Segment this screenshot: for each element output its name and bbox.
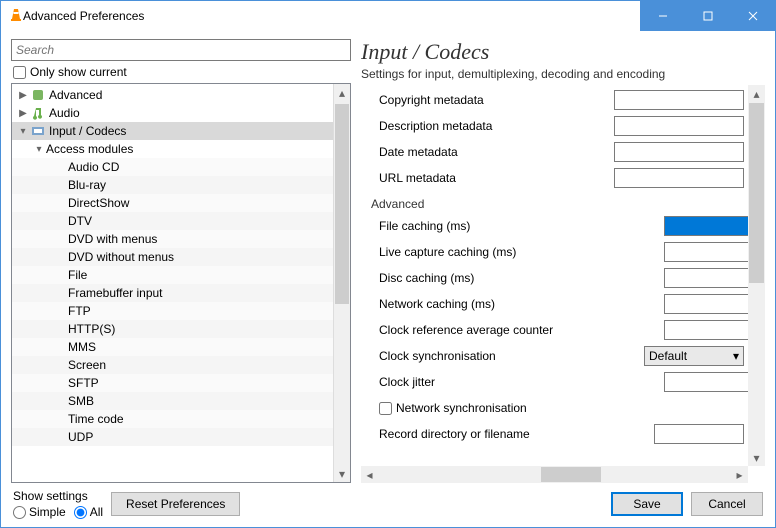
record-dir-label: Record directory or filename	[379, 427, 654, 441]
clock-ref-spinner[interactable]: ▴▾	[664, 320, 744, 340]
cancel-button[interactable]: Cancel	[691, 492, 763, 516]
tree-leaf[interactable]: DVD with menus	[12, 230, 333, 248]
tree-leaf[interactable]: SMB	[12, 392, 333, 410]
url-input[interactable]	[614, 168, 744, 188]
tree-leaf[interactable]: Audio CD	[12, 158, 333, 176]
music-note-icon	[30, 105, 46, 121]
vlc-icon	[9, 8, 23, 25]
tree-leaf[interactable]: UDP	[12, 428, 333, 446]
chevron-down-icon[interactable]: ▾	[32, 144, 46, 155]
tree-leaf[interactable]: File	[12, 266, 333, 284]
tree-leaf[interactable]: Framebuffer input	[12, 284, 333, 302]
scroll-down-icon[interactable]: ▾	[748, 449, 765, 466]
scroll-left-icon[interactable]: ◂	[361, 466, 378, 483]
tree-leaf[interactable]: DVD without menus	[12, 248, 333, 266]
tree-leaf[interactable]: Time code	[12, 410, 333, 428]
copyright-input[interactable]	[614, 90, 744, 110]
scroll-thumb[interactable]	[541, 467, 601, 482]
panel-subtitle: Settings for input, demultiplexing, deco…	[361, 67, 765, 81]
tree-scrollbar[interactable]: ▴ ▾	[333, 84, 350, 482]
window-title: Advanced Preferences	[23, 9, 144, 23]
date-label: Date metadata	[379, 145, 614, 159]
clock-jitter-label: Clock jitter	[379, 375, 664, 389]
scroll-up-icon[interactable]: ▴	[748, 85, 765, 102]
close-button[interactable]	[730, 1, 775, 31]
tree-node-access-modules[interactable]: ▾ Access modules	[12, 140, 333, 158]
codec-icon	[30, 123, 46, 139]
scroll-thumb[interactable]	[749, 103, 764, 283]
scroll-up-icon[interactable]: ▴	[334, 84, 350, 101]
tree-leaf[interactable]: DirectShow	[12, 194, 333, 212]
description-label: Description metadata	[379, 119, 614, 133]
category-tree[interactable]: ▶ Advanced ▶ Audio ▾	[11, 83, 351, 483]
titlebar: Advanced Preferences	[1, 1, 775, 31]
tree-leaf[interactable]: Screen	[12, 356, 333, 374]
copyright-label: Copyright metadata	[379, 93, 614, 107]
clock-ref-label: Clock reference average counter	[379, 323, 664, 337]
network-caching-label: Network caching (ms)	[379, 297, 664, 311]
disc-caching-label: Disc caching (ms)	[379, 271, 664, 285]
clock-sync-select[interactable]: Default▾	[644, 346, 744, 366]
chevron-down-icon[interactable]: ▾	[16, 126, 30, 137]
tree-leaf[interactable]: DTV	[12, 212, 333, 230]
description-input[interactable]	[614, 116, 744, 136]
scroll-right-icon[interactable]: ▸	[731, 466, 748, 483]
clock-jitter-spinner[interactable]: ▴▾	[664, 372, 744, 392]
live-caching-spinner[interactable]: ▴▾	[664, 242, 744, 262]
tree-leaf[interactable]: HTTP(S)	[12, 320, 333, 338]
file-caching-spinner[interactable]: ▴▾	[664, 216, 744, 236]
tree-node-audio[interactable]: ▶ Audio	[12, 104, 333, 122]
record-dir-input[interactable]	[654, 424, 744, 444]
disc-caching-spinner[interactable]: ▴▾	[664, 268, 744, 288]
show-settings-label: Show settings	[13, 489, 103, 503]
date-input[interactable]	[614, 142, 744, 162]
all-radio[interactable]: All	[74, 505, 103, 519]
reset-preferences-button[interactable]: Reset Preferences	[111, 492, 240, 516]
scroll-down-icon[interactable]: ▾	[334, 465, 350, 482]
search-input[interactable]	[11, 39, 351, 61]
chevron-down-icon: ▾	[733, 349, 739, 363]
minimize-button[interactable]	[640, 1, 685, 31]
chevron-right-icon[interactable]: ▶	[16, 90, 30, 101]
gear-icon	[30, 87, 46, 103]
save-button[interactable]: Save	[611, 492, 683, 516]
panel-vscrollbar[interactable]: ▴▾	[748, 85, 765, 466]
panel-title: Input / Codecs	[361, 39, 765, 65]
simple-radio[interactable]: Simple	[13, 505, 66, 519]
panel-hscrollbar[interactable]: ◂▸	[361, 466, 748, 483]
network-caching-spinner[interactable]: ▴▾	[664, 294, 744, 314]
clock-sync-label: Clock synchronisation	[379, 349, 644, 363]
advanced-group-label: Advanced	[371, 197, 744, 211]
url-label: URL metadata	[379, 171, 614, 185]
chevron-right-icon[interactable]: ▶	[16, 108, 30, 119]
tree-leaf[interactable]: MMS	[12, 338, 333, 356]
maximize-button[interactable]	[685, 1, 730, 31]
tree-leaf[interactable]: FTP	[12, 302, 333, 320]
tree-node-advanced[interactable]: ▶ Advanced	[12, 86, 333, 104]
tree-leaf[interactable]: SFTP	[12, 374, 333, 392]
only-show-current-checkbox[interactable]: Only show current	[11, 65, 351, 79]
live-caching-label: Live capture caching (ms)	[379, 245, 664, 259]
tree-leaf[interactable]: Blu-ray	[12, 176, 333, 194]
preferences-window: Advanced Preferences Only show current	[0, 0, 776, 528]
file-caching-label: File caching (ms)	[379, 219, 664, 233]
tree-node-input-codecs[interactable]: ▾ Input / Codecs	[12, 122, 333, 140]
network-sync-checkbox[interactable]: Network synchronisation	[379, 401, 527, 415]
scroll-thumb[interactable]	[335, 104, 349, 304]
